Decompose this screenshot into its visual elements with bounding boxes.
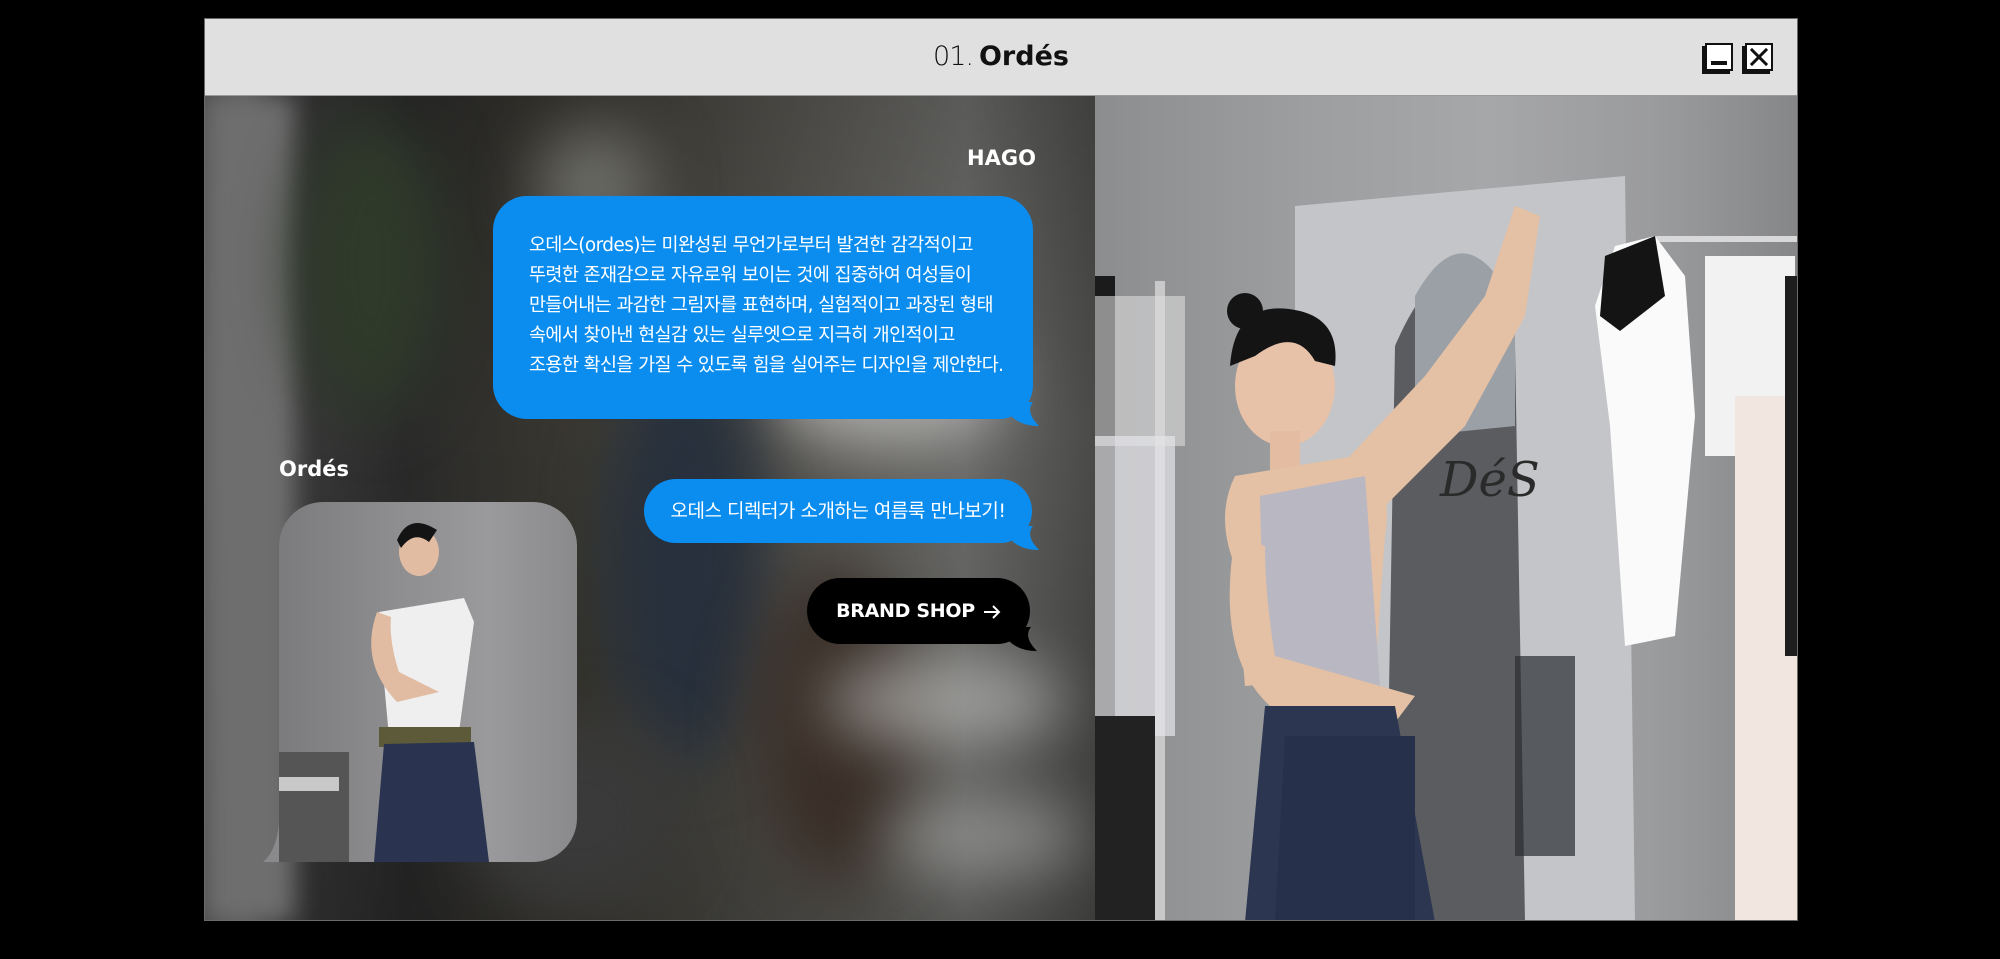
thumbnail-photo-illustration [279, 522, 489, 862]
sender-name-ordes: Ordés [279, 457, 349, 481]
message-bubble-cta: 오데스 디렉터가 소개하는 여름룩 만나보기! [644, 479, 1032, 543]
ordes-photo-thumbnail[interactable] [279, 502, 577, 862]
message-line: 오데스(ordes)는 미완성된 무언가로부터 발견한 감각적이고 [529, 235, 974, 256]
message-line: 뚜렷한 존재감으로 자유로워 보이는 것에 집중하여 여성들이 [529, 265, 972, 286]
bubble-tail-icon [1011, 526, 1039, 550]
title-brand-name: Ordés [978, 41, 1069, 72]
window-title: 01. Ordés [205, 41, 1797, 73]
minimize-button[interactable] [1705, 43, 1733, 71]
close-icon [1749, 47, 1769, 67]
message-line: 조용한 확신을 가질 수 있도록 힘을 실어주는 디자인을 제안한다. [529, 355, 1004, 376]
sender-name-hago: HAGO [967, 146, 1036, 170]
arrow-right-icon [983, 604, 1001, 619]
model-photo: DéS [1095, 96, 1797, 920]
window-titlebar: 01. Ordés [205, 19, 1797, 96]
close-button[interactable] [1745, 43, 1773, 71]
brand-shop-label: BRAND SHOP [836, 600, 975, 622]
message-line: 만들어내는 과감한 그림자를 표현하며, 실험적이고 과장된 형태 [529, 295, 993, 316]
photo-sign-text: DéS [1439, 452, 1540, 508]
bubble-tail-icon [1011, 402, 1039, 426]
bubble-tail-icon [263, 822, 279, 862]
brand-shop-button[interactable]: BRAND SHOP [807, 578, 1030, 644]
title-number: 01. [933, 41, 974, 72]
popup-content: DéS HAGO 오데스(ordes)는 미완성된 무언가로부터 발견한 감각적… [205, 96, 1797, 920]
bubble-tail-icon [1009, 627, 1037, 651]
popup-window: 01. Ordés DéS HAGO 오데스(ordes)는 미완성된 무언가로… [204, 18, 1798, 921]
message-bubble-intro: 오데스(ordes)는 미완성된 무언가로부터 발견한 감각적이고 뚜렷한 존재… [493, 196, 1033, 419]
model-photo-illustration: DéS [1095, 176, 1797, 920]
message-line: 속에서 찾아낸 현실감 있는 실루엣으로 지극히 개인적이고 [529, 325, 955, 346]
